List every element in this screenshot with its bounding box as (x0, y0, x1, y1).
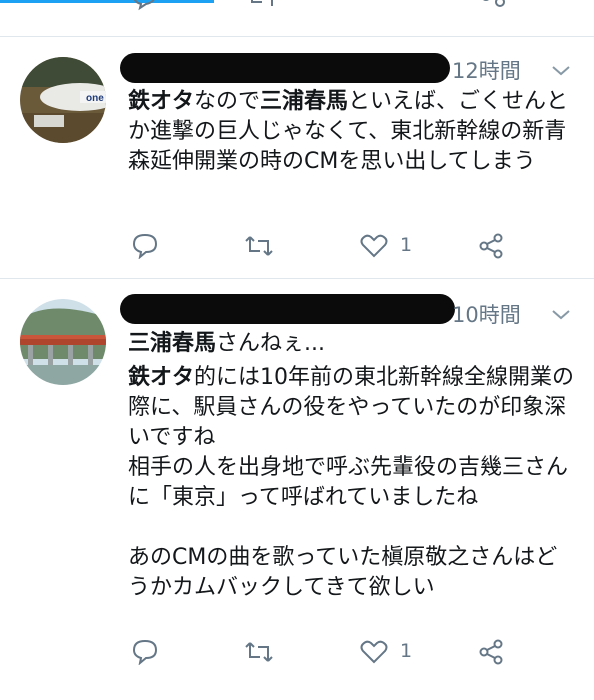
tweet-text-bold: 鉄オタ (128, 89, 195, 114)
heart-icon[interactable] (360, 0, 388, 14)
airplane-avatar-image: one (20, 57, 106, 143)
reply-icon[interactable] (132, 639, 158, 665)
tweet-text-bold: 鉄オタ (128, 365, 195, 390)
chevron-down-icon[interactable] (550, 64, 572, 78)
retweet-icon[interactable] (244, 641, 274, 663)
share-icon[interactable] (478, 639, 504, 665)
redacted-name (120, 294, 455, 324)
bridge-avatar-image (20, 299, 106, 385)
reply-icon[interactable] (130, 0, 158, 14)
redacted-name (120, 53, 450, 83)
share-icon[interactable] (478, 233, 504, 259)
tweet-time: 10時間 (452, 303, 521, 327)
previous-tweet-actions (0, 0, 594, 36)
display-name-line: 三浦春馬さんねぇ... (128, 329, 578, 359)
avatar[interactable]: one (20, 57, 106, 143)
avatar[interactable] (20, 299, 106, 385)
share-icon[interactable] (478, 0, 506, 14)
retweet-icon[interactable] (244, 235, 274, 257)
tweet-text: 鉄オタなので三浦春馬といえば、ごくせんとか進撃の巨人じゃなくて、東北新幹線の新青… (128, 87, 578, 177)
tweet-text: 鉄オタ的には10年前の東北新幹線全線開業の際に、駅員さんの役をやっていたのが印象… (128, 363, 578, 603)
reply-icon[interactable] (132, 233, 158, 259)
tweet-1[interactable]: one 12時間 鉄オタなので三浦春馬といえば、ごくせんとか進撃の巨人じゃなくて… (0, 37, 594, 277)
retweet-icon[interactable] (248, 0, 276, 14)
heart-icon[interactable] (360, 640, 388, 664)
accent-bar (0, 0, 214, 3)
like-count: 1 (400, 234, 413, 256)
svg-text:one: one (86, 93, 104, 104)
tweet-time: 12時間 (452, 59, 521, 83)
display-name[interactable]: 三浦春馬 (128, 331, 216, 356)
tweet-2[interactable]: 10時間 三浦春馬さんねぇ... 鉄オタ的には10年前の東北新幹線全線開業の際に… (0, 279, 594, 700)
name-suffix: さんねぇ... (216, 331, 325, 356)
tweet-text-part: 的には10年前の東北新幹線全線開業の際に、駅員さんの役をやっていたのが印象深いで… (128, 365, 575, 600)
tweet-text-bold: 三浦春馬 (260, 89, 349, 114)
like-count: 1 (400, 640, 413, 662)
chevron-down-icon[interactable] (550, 308, 572, 322)
heart-icon[interactable] (360, 234, 388, 258)
tweet-actions: 1 (0, 231, 594, 261)
tweet-actions: 1 (0, 637, 594, 667)
tweet-text-part: なので (194, 89, 261, 114)
